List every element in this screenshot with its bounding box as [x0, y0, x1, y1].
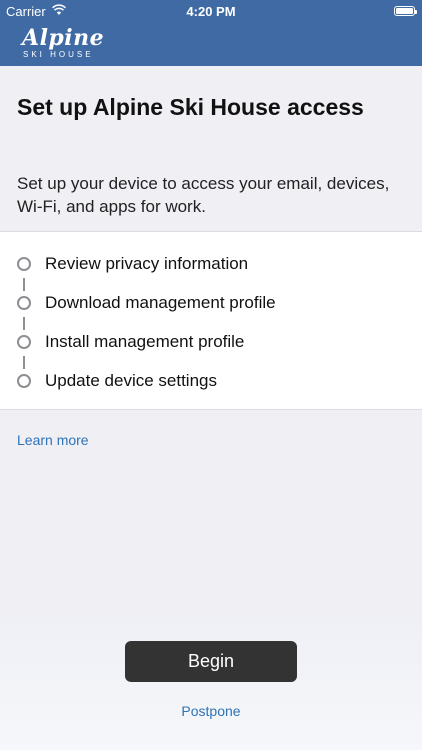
clock: 4:20 PM	[186, 4, 236, 19]
step-label: Download management profile	[45, 293, 276, 312]
alpine-logo: Alpine SKI HOUSE	[22, 27, 104, 59]
page-title: Set up Alpine Ski House access	[17, 94, 364, 120]
step-circle-icon	[17, 335, 31, 349]
logo-wordmark: Alpine	[22, 25, 105, 51]
status-bar: Carrier 4:20 PM	[0, 0, 422, 22]
step-label: Install management profile	[45, 332, 245, 351]
postpone-link[interactable]: Postpone	[0, 703, 422, 719]
battery-icon	[394, 6, 417, 16]
footer-area	[0, 614, 422, 750]
step-item: Download management profile	[0, 288, 422, 318]
step-item: Review privacy information	[0, 249, 422, 279]
learn-more-link[interactable]: Learn more	[17, 432, 89, 448]
logo-subtitle: SKI HOUSE	[23, 50, 94, 59]
step-item: Update device settings	[0, 366, 422, 396]
begin-button[interactable]: Begin	[125, 641, 297, 682]
step-label: Review privacy information	[45, 254, 249, 273]
step-circle-icon	[17, 296, 31, 310]
app-header: Carrier 4:20 PM Alpine SKI HOUSE	[0, 0, 422, 66]
step-circle-icon	[17, 374, 31, 388]
setup-steps-list: Review privacy information Download mana…	[0, 231, 422, 410]
step-item: Install management profile	[0, 327, 422, 357]
step-label: Update device settings	[45, 371, 217, 390]
step-circle-icon	[17, 257, 31, 271]
page-description: Set up your device to access your email,…	[17, 174, 390, 216]
